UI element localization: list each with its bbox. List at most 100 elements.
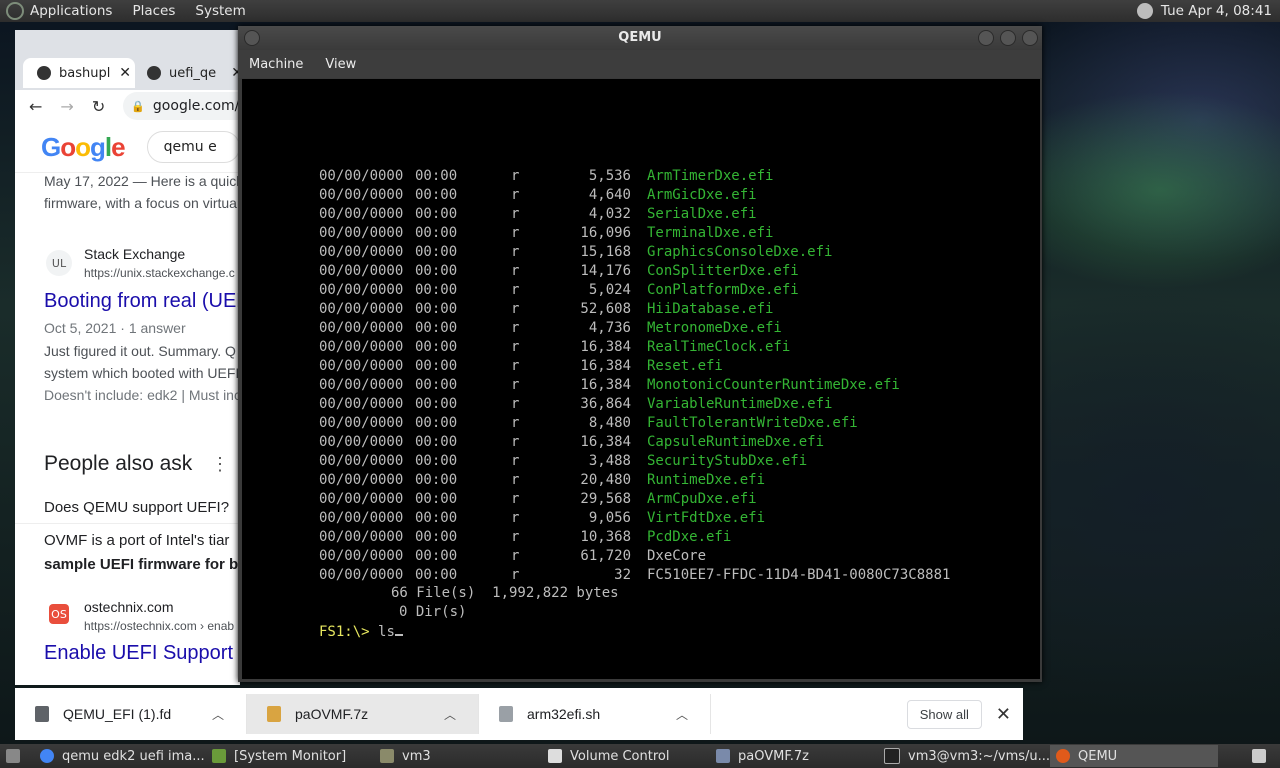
search-input[interactable]: qemu e [146, 131, 240, 163]
reload-icon[interactable]: ↻ [92, 97, 105, 116]
show-desktop-icon[interactable] [0, 745, 34, 767]
qemu-display[interactable]: 00/00/0000 00:00 r 5,536 ArmTimerDxe.efi 00/0… [242, 79, 1040, 679]
file-attr: r [511, 491, 520, 507]
volume-icon [548, 749, 562, 763]
taskbar-item[interactable]: vm3@vm3:~/vms/u... [878, 745, 1050, 767]
file-date: 00/00/0000 [319, 187, 404, 203]
file-attr: r [511, 301, 520, 317]
result-title-link[interactable]: Enable UEFI Support F [44, 642, 240, 665]
file-row: 00/00/0000 00:00 r 4,032 SerialDxe.efi [319, 205, 950, 224]
result-site-url[interactable]: https://ostechnix.com › enab [84, 619, 234, 633]
result-snippet: Just figured it out. Summary. Q [44, 343, 236, 359]
globe-icon [37, 66, 51, 80]
file-attr: r [511, 339, 520, 355]
file-attr: r [511, 168, 520, 184]
file-attr: r [511, 358, 520, 374]
file-date: 00/00/0000 [319, 339, 404, 355]
file-time: 00:00 [415, 453, 458, 469]
file-name: MetronomeDxe.efi [647, 320, 782, 336]
file-date: 00/00/0000 [319, 168, 404, 184]
taskbar-item[interactable]: paOVMF.7z [710, 745, 878, 767]
file-name: SerialDxe.efi [647, 206, 757, 222]
download-item[interactable]: paOVMF.7z ︿ [247, 694, 479, 734]
file-time: 00:00 [415, 263, 458, 279]
result-site-name[interactable]: Stack Exchange [84, 246, 185, 262]
file-name: RealTimeClock.efi [647, 339, 791, 355]
paa-question[interactable]: Does QEMU support UEFI? [44, 499, 229, 516]
file-date: 00/00/0000 [319, 396, 404, 412]
forward-icon[interactable]: → [60, 97, 73, 116]
file-size: 16,384 [580, 339, 631, 355]
google-logo[interactable]: Google [41, 132, 126, 163]
menu-places[interactable]: Places [132, 3, 175, 19]
file-row: 00/00/0000 00:00 r 5,024 ConPlatformDxe.efi [319, 281, 950, 300]
people-also-ask-heading: People also ask [44, 452, 193, 475]
browser-tab-1[interactable]: bashupl ✕ [23, 58, 135, 88]
file-size: 29,568 [580, 491, 631, 507]
result-title-link[interactable]: Booting from real (UEF [44, 290, 240, 313]
chevron-up-icon[interactable]: ︿ [212, 706, 224, 723]
file-row: 00/00/0000 00:00 r 32 FC510EE7-FFDC-11D4-BD4… [319, 566, 950, 585]
maximize-icon[interactable] [1000, 30, 1016, 46]
file-row: 00/00/0000 00:00 r 16,384 Reset.efi [319, 357, 950, 376]
address-text: google.com/ [152, 98, 240, 114]
file-icon [35, 706, 49, 722]
result-snippet: firmware, with a focus on virtua [44, 195, 237, 211]
file-attr: r [511, 434, 520, 450]
search-text: qemu e [163, 139, 217, 155]
file-time: 00:00 [415, 510, 458, 526]
back-icon[interactable]: ← [29, 97, 42, 116]
menu-view[interactable]: View [325, 57, 356, 72]
download-item[interactable]: QEMU_EFI (1).fd ︿ [15, 694, 247, 734]
menu-machine[interactable]: Machine [249, 57, 303, 72]
window-titlebar[interactable]: QEMU [238, 26, 1042, 50]
file-date: 00/00/0000 [319, 510, 404, 526]
download-item[interactable]: arm32efi.sh ︿ [479, 694, 711, 734]
file-attr: r [511, 510, 520, 526]
file-count-summary: 66 File(s) 1,992,822 bytes [391, 585, 619, 601]
file-name: GraphicsConsoleDxe.efi [647, 244, 833, 260]
more-options-icon[interactable]: ⋮ [211, 454, 229, 475]
chevron-up-icon[interactable]: ︿ [676, 706, 688, 723]
taskbar-item[interactable]: vm3 [374, 745, 542, 767]
file-time: 00:00 [415, 339, 458, 355]
taskbar-item[interactable]: QEMU [1050, 745, 1218, 767]
result-site-name[interactable]: ostechnix.com [84, 599, 173, 615]
address-bar[interactable]: 🔒 google.com/ [123, 92, 240, 120]
close-icon[interactable]: ✕ [119, 65, 131, 81]
taskbar-item[interactable]: qemu edk2 uefi ima... [34, 745, 206, 767]
menu-system[interactable]: System [195, 3, 245, 19]
shell-prompt[interactable]: FS1:\> ls [319, 624, 403, 640]
taskbar-item[interactable]: Volume Control [542, 745, 710, 767]
file-date: 00/00/0000 [319, 282, 404, 298]
result-site-url[interactable]: https://unix.stackexchange.c [84, 266, 235, 280]
workspace-icon [1252, 749, 1266, 763]
close-icon[interactable]: ✕ [996, 704, 1011, 725]
file-row: 00/00/0000 00:00 r 16,096 TerminalDxe.efi [319, 224, 950, 243]
file-size: 61,720 [580, 548, 631, 564]
file-listing: 00/00/0000 00:00 r 5,536 ArmTimerDxe.efi 00/0… [319, 167, 950, 585]
file-name: SecurityStubDxe.efi [647, 453, 808, 469]
menu-applications[interactable]: Applications [30, 3, 112, 19]
window-menu-icon[interactable] [244, 30, 260, 46]
show-all-button[interactable]: Show all [906, 699, 982, 729]
file-name: FaultTolerantWriteDxe.efi [647, 415, 858, 431]
file-row: 00/00/0000 00:00 r 5,536 ArmTimerDxe.efi [319, 167, 950, 186]
file-attr: r [511, 244, 520, 260]
file-size: 5,024 [588, 282, 631, 298]
minimize-icon[interactable] [978, 30, 994, 46]
file-row: 00/00/0000 00:00 r 9,056 VirtFdtDxe.efi [319, 509, 950, 528]
browser-tab-2[interactable]: uefi_qe ✕ [145, 58, 240, 88]
file-attr: r [511, 320, 520, 336]
close-icon[interactable] [1022, 30, 1038, 46]
ostechnix-favicon-icon: OS [49, 604, 69, 624]
taskbar-item[interactable]: [System Monitor] [206, 745, 374, 767]
workspace-switcher[interactable] [1246, 745, 1280, 767]
taskbar-label: paOVMF.7z [738, 748, 809, 764]
volume-icon[interactable] [1136, 3, 1153, 19]
clock[interactable]: Tue Apr 4, 08:41 [1161, 3, 1272, 19]
desktop-logo-icon[interactable] [6, 2, 24, 20]
chevron-up-icon[interactable]: ︿ [444, 706, 456, 723]
file-size: 16,384 [580, 434, 631, 450]
prompt-text: FS1:\> [319, 624, 379, 640]
